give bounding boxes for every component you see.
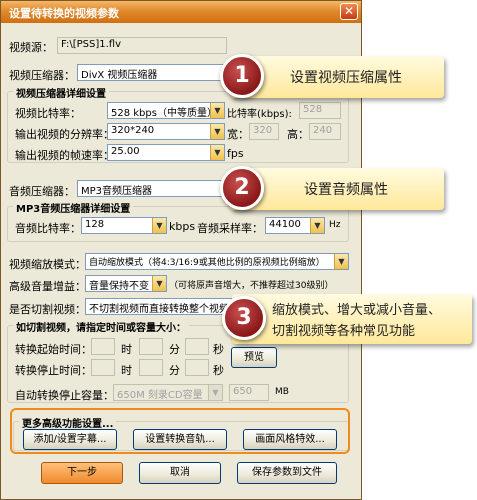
height-field[interactable]: 240 [309, 123, 341, 140]
chevron-down-icon[interactable]: ▼ [210, 124, 224, 139]
volume-select[interactable]: 音量保持不变 ▼ [85, 275, 167, 292]
samplerate-label: 音频采样率： [197, 222, 263, 235]
width-field[interactable]: 320 [249, 123, 279, 140]
framerate-label: 输出视频的帧速率： [15, 149, 114, 162]
hz-label: Hz [329, 220, 341, 230]
chevron-down-icon[interactable]: ▼ [310, 218, 324, 233]
audio-bitrate-label: 音频比特率： [15, 222, 81, 235]
samplerate-select[interactable]: 44100 ▼ [265, 217, 325, 234]
chevron-down-icon[interactable]: ▼ [210, 145, 224, 160]
chevron-down-icon[interactable]: ▼ [334, 254, 348, 269]
scale-mode-label: 视频缩放模式： [9, 258, 86, 271]
video-source-field: F:\[PSS]1.flv [57, 37, 227, 54]
start-second-field[interactable] [185, 338, 209, 355]
bitrate-kbps-field[interactable]: 528 [299, 102, 341, 119]
stop-minute-field[interactable] [139, 359, 163, 376]
height-label: 高： [287, 128, 309, 141]
callout-2-badge: 2 [220, 166, 264, 210]
audio-bitrate-select[interactable]: 128 ▼ [81, 217, 167, 234]
advanced-highlight-frame [10, 408, 350, 454]
title-bar: 设置待转换的视频参数 ✕ [1, 1, 361, 23]
volume-label: 高级音量增益： [9, 280, 86, 293]
start-hour-field[interactable] [91, 338, 115, 355]
chevron-down-icon[interactable]: ▼ [152, 218, 166, 233]
framerate-select[interactable]: 25.00 ▼ [107, 144, 225, 161]
preview-button[interactable]: 预览 [231, 347, 277, 368]
start-minute-field[interactable] [139, 338, 163, 355]
callout-2-text: 设置音频属性 [304, 182, 388, 198]
start-hour-unit: 时 [121, 343, 132, 356]
callout-3: 缩放模式、增大或减小音量、 切割视频等各种常见功能 [232, 294, 472, 344]
chevron-down-icon[interactable]: ▼ [208, 385, 222, 400]
volume-hint: （可将原声音增大，不推荐超过30级别） [169, 281, 334, 291]
start-time-label: 转换起始时间： [15, 343, 92, 356]
stop-minute-unit: 分 [169, 364, 180, 377]
audio-codec-select[interactable]: MP3音频压缩器 [77, 180, 227, 197]
capacity-mb-field[interactable]: 650 [229, 384, 269, 401]
callout-1-badge: 1 [220, 54, 264, 98]
stop-hour-unit: 时 [121, 364, 132, 377]
callout-3-line1: 缩放模式、增大或减小音量、 [272, 303, 442, 318]
start-second-unit: 秒 [213, 343, 224, 356]
cancel-button[interactable]: 取消 [139, 462, 221, 484]
video-source-label: 视频源： [9, 41, 53, 54]
audio-codec-label: 音频压缩器： [9, 185, 75, 198]
capacity-select[interactable]: 650M 刻录CD容量 ▼ [113, 384, 223, 401]
save-params-button[interactable]: 保存参数到文件 [237, 462, 337, 484]
cut-select[interactable]: 不切割视频而直接转换整个视频 [85, 298, 235, 315]
scale-mode-select[interactable]: 自动缩放模式（将4:3/16:9或其他比例的原视频比例缩放） ▼ [85, 253, 349, 270]
stop-second-field[interactable] [185, 359, 209, 376]
fps-label: fps [227, 147, 244, 160]
callout-3-line2: 切割视频等各种常见功能 [272, 324, 416, 339]
window-title: 设置待转换的视频参数 [9, 7, 119, 20]
close-button[interactable]: ✕ [340, 3, 358, 20]
stop-hour-field[interactable] [91, 359, 115, 376]
resolution-select[interactable]: 320*240 ▼ [107, 123, 225, 140]
video-codec-label: 视频压缩器： [9, 69, 75, 82]
audio-kbps-label: kbps [169, 220, 196, 233]
start-minute-unit: 分 [169, 343, 180, 356]
next-button[interactable]: 下一步 [41, 462, 123, 484]
callout-1-text: 设置视频压缩属性 [290, 70, 402, 86]
width-label: 宽： [227, 128, 249, 141]
cut-label: 是否切割视频： [9, 303, 86, 316]
mb-label: MB [275, 387, 289, 397]
video-codec-select[interactable]: DivX 视频压缩器 [77, 64, 227, 81]
callout-3-badge: 3 [222, 296, 266, 340]
capacity-label: 自动转换停止容量： [15, 389, 114, 402]
video-detail-title: 视频压缩器详细设置 [13, 85, 109, 100]
video-bitrate-select[interactable]: 528 kbps（中等质量） ▼ [107, 102, 225, 119]
cut-detail-title: 如切割视频，请指定时间或容量大小： [13, 319, 189, 334]
stop-second-unit: 秒 [213, 364, 224, 377]
chevron-down-icon[interactable]: ▼ [152, 276, 166, 291]
chevron-down-icon[interactable]: ▼ [210, 103, 224, 118]
video-bitrate-label: 视频比特率： [15, 107, 81, 120]
stop-time-label: 转换停止时间： [15, 364, 92, 377]
audio-detail-title: MP3音频压缩器详细设置 [13, 200, 134, 215]
resolution-label: 输出视频的分辨率： [15, 128, 114, 141]
bitrate-kbps-label: 比特率(kbps): [227, 109, 292, 120]
